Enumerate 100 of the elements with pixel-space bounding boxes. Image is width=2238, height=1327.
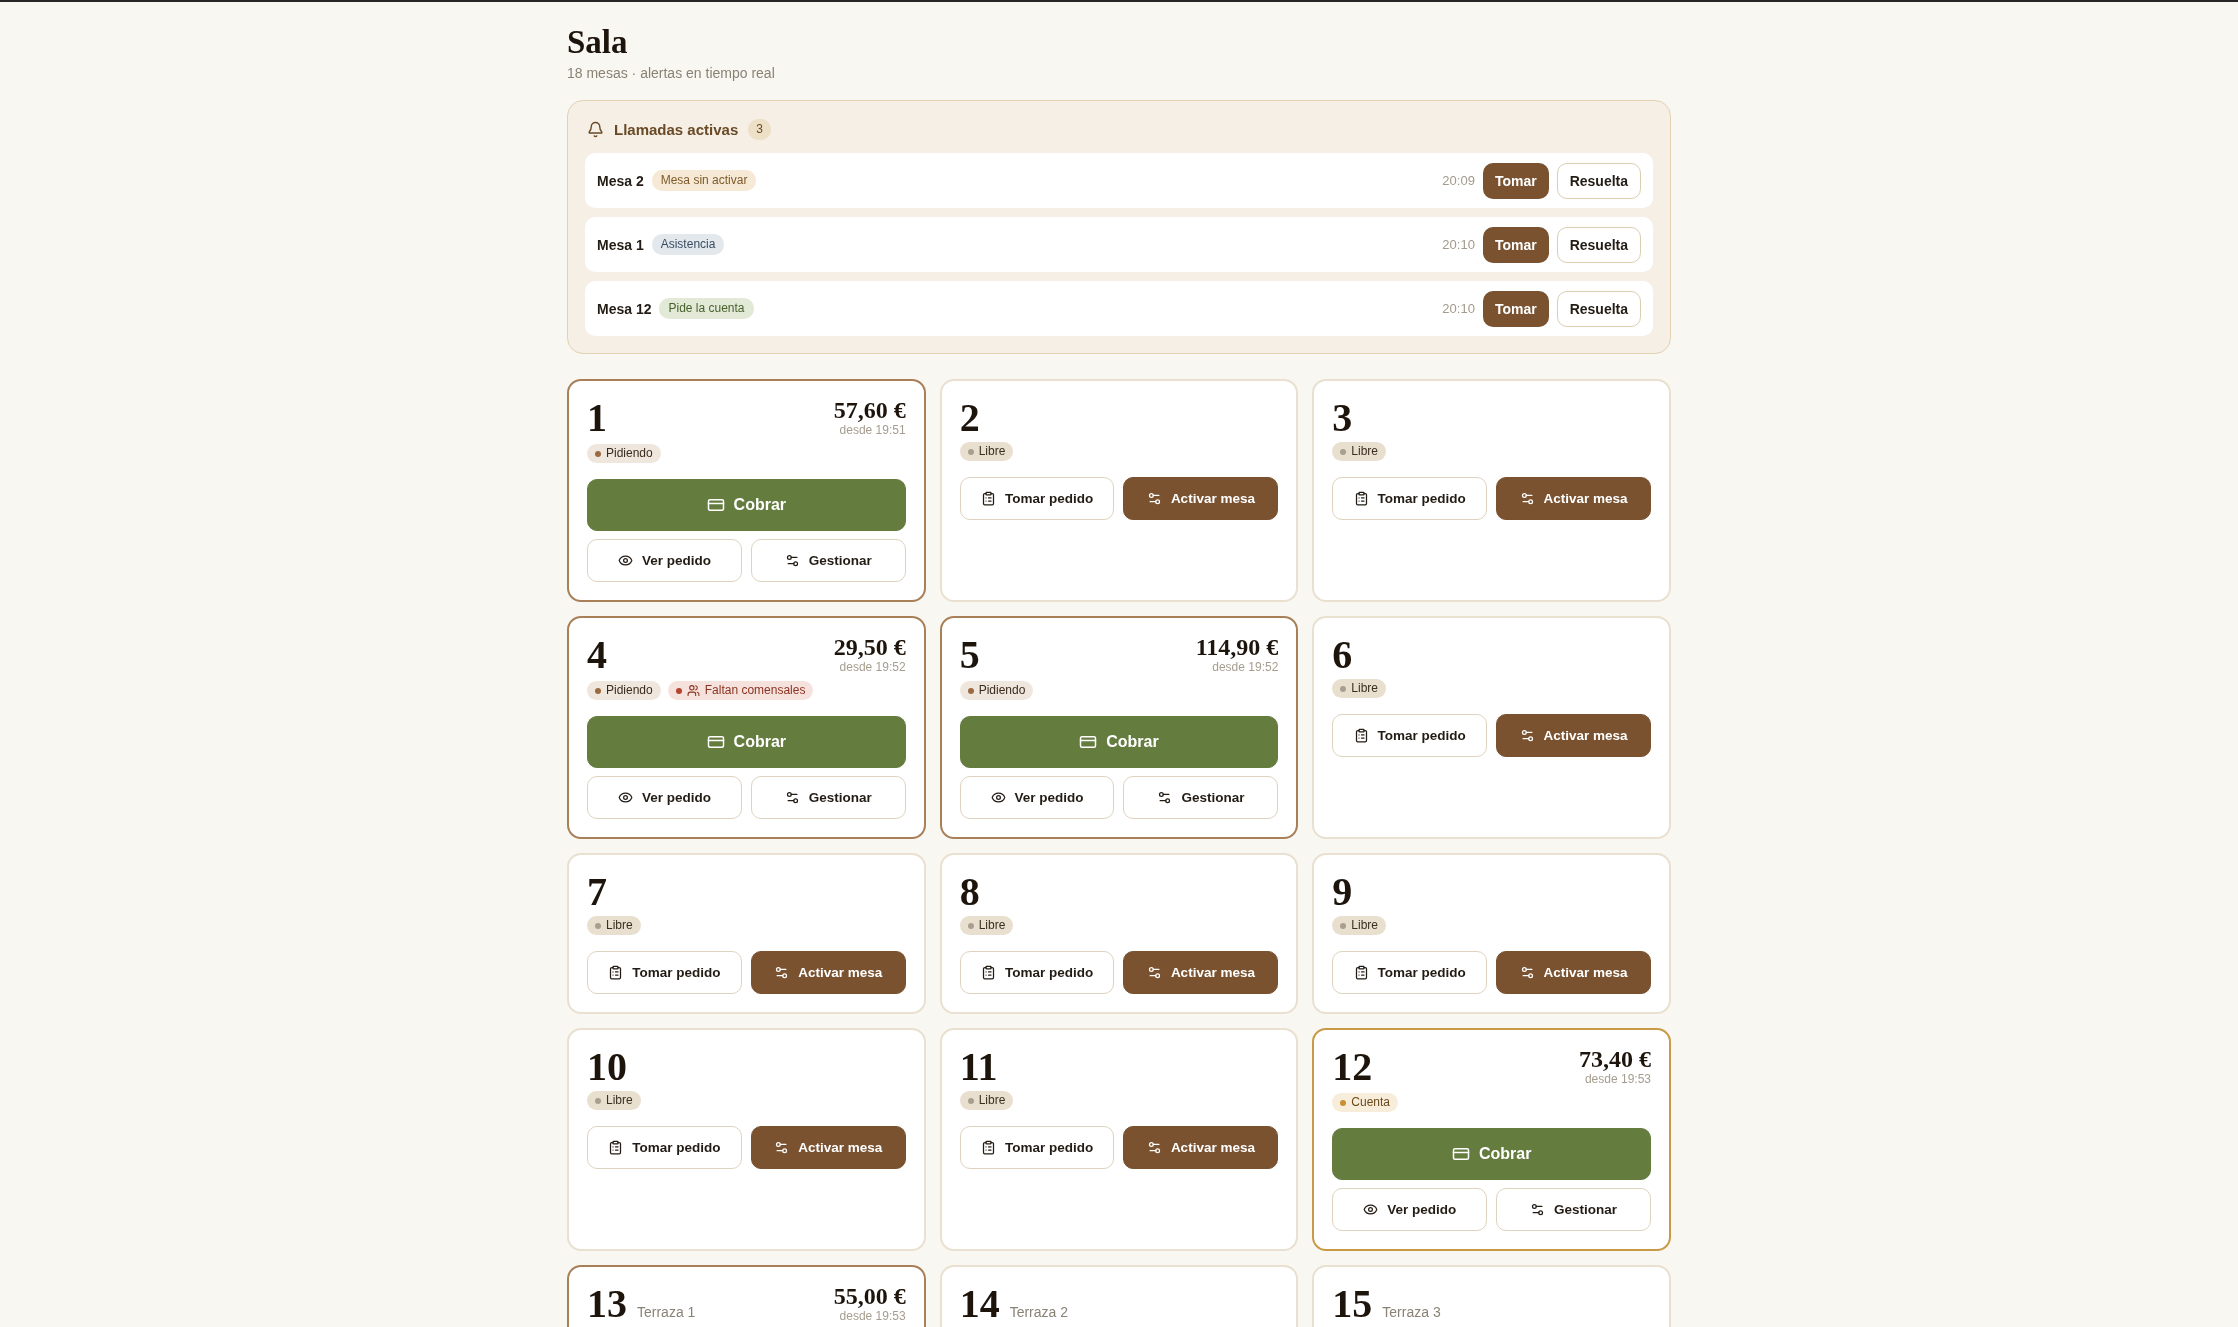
take-order-button[interactable]: Tomar pedido xyxy=(959,1126,1115,1169)
take-order-button[interactable]: Tomar pedido xyxy=(1332,714,1488,757)
take-order-button[interactable]: Tomar pedido xyxy=(1332,951,1488,994)
clipboard-icon xyxy=(1353,491,1369,506)
charge-button[interactable]: Cobrar xyxy=(959,716,1279,768)
take-button[interactable]: Tomar xyxy=(1482,226,1549,263)
credit-card-icon xyxy=(1079,733,1098,751)
manage-button[interactable]: Gestionar xyxy=(750,539,906,582)
zone-label: Terraza 3 xyxy=(1382,1304,1441,1320)
take-button[interactable]: Tomar xyxy=(1482,162,1549,199)
table-name: Mesa 1 xyxy=(597,236,644,253)
credit-card-icon xyxy=(706,733,725,751)
sliders-icon xyxy=(1146,1140,1162,1155)
status-label: Pidiendo xyxy=(978,683,1026,698)
view-order-button[interactable]: Ver pedido xyxy=(959,776,1115,819)
order-total: 73,40 € xyxy=(1579,1048,1651,1071)
zone-label: Terraza 2 xyxy=(1009,1304,1068,1320)
table-number: 5 xyxy=(959,636,980,673)
clipboard-icon xyxy=(980,491,996,506)
charge-button[interactable]: Cobrar xyxy=(1332,1128,1651,1180)
since-time: desde 19:53 xyxy=(1584,1071,1651,1087)
status-label: Libre xyxy=(978,444,1006,459)
eye-icon xyxy=(617,790,633,805)
manage-button[interactable]: Gestionar xyxy=(750,776,906,819)
take-button[interactable]: Tomar xyxy=(1482,290,1549,327)
manage-button[interactable]: Gestionar xyxy=(1123,776,1279,819)
charge-button[interactable]: Cobrar xyxy=(587,479,906,531)
manage-button[interactable]: Gestionar xyxy=(1496,1188,1651,1231)
table-number: 10 xyxy=(587,1048,627,1085)
take-order-button[interactable]: Tomar pedido xyxy=(959,477,1115,520)
table-number: 7 xyxy=(587,873,607,910)
since-time: desde 19:53 xyxy=(839,1308,906,1324)
activate-table-button[interactable]: Activar mesa xyxy=(1123,477,1279,520)
table-number: 4 xyxy=(587,636,607,673)
take-order-button[interactable]: Tomar pedido xyxy=(587,951,742,994)
status-label: Libre xyxy=(606,1093,633,1108)
activate-table-button[interactable]: Activar mesa xyxy=(1123,951,1279,994)
zone-label: Terraza 1 xyxy=(637,1304,696,1320)
charge-button[interactable]: Cobrar xyxy=(587,716,906,768)
order-total: 114,90 € xyxy=(1195,636,1279,659)
table-number: 9 xyxy=(1332,873,1353,910)
eye-icon xyxy=(617,553,633,568)
clipboard-icon xyxy=(608,965,624,980)
resolve-button[interactable]: Resuelta xyxy=(1556,226,1641,263)
activate-table-button[interactable]: Activar mesa xyxy=(1496,951,1651,994)
view-order-button[interactable]: Ver pedido xyxy=(1332,1188,1488,1231)
resolve-button[interactable]: Resuelta xyxy=(1556,290,1641,327)
table-number: 13 xyxy=(587,1285,627,1322)
clipboard-icon xyxy=(980,965,996,980)
status-label: Libre xyxy=(1351,681,1378,696)
sliders-icon xyxy=(1519,728,1535,743)
sliders-icon xyxy=(1519,965,1535,980)
take-order-button[interactable]: Tomar pedido xyxy=(587,1126,742,1169)
clipboard-icon xyxy=(1353,965,1369,980)
table-name: Mesa 2 xyxy=(597,172,644,189)
page-subtitle: 18 mesas · alertas en tiempo real xyxy=(567,64,776,83)
view-order-button[interactable]: Ver pedido xyxy=(587,776,742,819)
resolve-button[interactable]: Resuelta xyxy=(1556,162,1641,199)
status-label: Libre xyxy=(978,918,1006,933)
clipboard-icon xyxy=(608,1140,624,1155)
sliders-icon xyxy=(1519,491,1535,506)
status-label: Libre xyxy=(1351,918,1378,933)
call-time: 20:09 xyxy=(1442,173,1475,188)
sliders-icon xyxy=(774,965,790,980)
bell-icon xyxy=(587,120,604,138)
since-time: desde 19:52 xyxy=(839,659,906,675)
activate-table-button[interactable]: Activar mesa xyxy=(750,1126,906,1169)
take-order-button[interactable]: Tomar pedido xyxy=(959,951,1115,994)
status-label: Pidiendo xyxy=(606,683,653,698)
call-count: 3 xyxy=(748,118,771,140)
take-order-button[interactable]: Tomar pedido xyxy=(1332,477,1488,520)
status-label: Libre xyxy=(606,918,633,933)
credit-card-icon xyxy=(1451,1145,1470,1163)
activate-table-button[interactable]: Activar mesa xyxy=(750,951,906,994)
table-number: 2 xyxy=(959,399,980,436)
status-label: Cuenta xyxy=(1351,1095,1391,1110)
table-number: 3 xyxy=(1332,399,1353,436)
table-number: 11 xyxy=(959,1048,998,1085)
table-number: 6 xyxy=(1332,636,1353,673)
eye-icon xyxy=(990,790,1006,805)
sliders-icon xyxy=(1157,790,1173,805)
clipboard-icon xyxy=(980,1140,996,1155)
table-number: 15 xyxy=(1332,1285,1373,1322)
status-label: Pidiendo xyxy=(606,446,653,461)
activate-table-button[interactable]: Activar mesa xyxy=(1496,714,1651,757)
sliders-icon xyxy=(784,790,800,805)
people-icon xyxy=(686,684,700,697)
activate-table-button[interactable]: Activar mesa xyxy=(1496,477,1651,520)
table-number: 12 xyxy=(1332,1048,1373,1085)
call-reason: Pide la cuenta xyxy=(659,298,754,319)
order-total: 57,60 € xyxy=(833,399,906,422)
activate-table-button[interactable]: Activar mesa xyxy=(1123,1126,1279,1169)
call-time: 20:10 xyxy=(1442,301,1475,316)
eye-icon xyxy=(1363,1202,1379,1217)
view-order-button[interactable]: Ver pedido xyxy=(587,539,742,582)
page-title: Sala xyxy=(567,23,629,62)
table-name: Mesa 12 xyxy=(597,300,652,317)
sliders-icon xyxy=(1530,1202,1546,1217)
order-total: 55,00 € xyxy=(833,1285,906,1308)
sliders-icon xyxy=(1146,491,1162,506)
